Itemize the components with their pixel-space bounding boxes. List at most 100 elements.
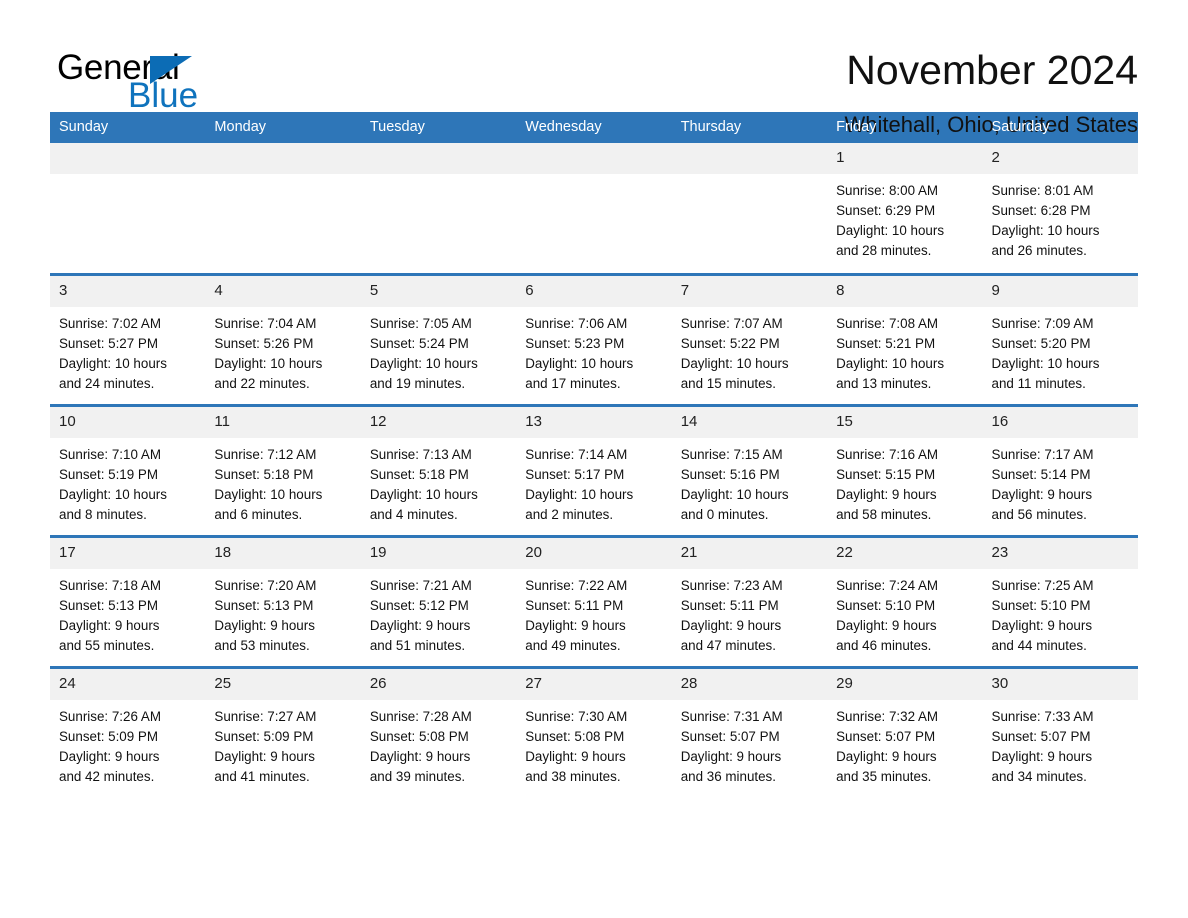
- sunset-time: Sunset: 5:16 PM: [680, 466, 780, 482]
- daylight-duration-line2: and 53 minutes.: [214, 637, 310, 653]
- calendar-day-cell[interactable]: 22 Sunrise: 7:24 AM Sunset: 5:10 PM Dayligh…: [827, 534, 983, 667]
- calendar-cell-empty: [516, 143, 672, 274]
- daylight-duration-line2: and 8 minutes.: [59, 506, 147, 522]
- calendar-day-cell[interactable]: 12 Sunrise: 7:13 AM Sunset: 5:18 PM Dayligh…: [360, 403, 517, 536]
- daylight-duration-line2: and 46 minutes.: [836, 637, 932, 653]
- sunset-time: Sunset: 5:12 PM: [369, 597, 469, 613]
- calendar-day-cell[interactable]: 10 Sunrise: 7:10 AM Sunset: 5:19 PM Dayligh…: [50, 403, 206, 536]
- daylight-duration-line2: and 13 minutes.: [836, 375, 932, 391]
- day-number: 14: [671, 406, 828, 438]
- daylight-duration-line1: Daylight: 10 hours: [991, 355, 1100, 371]
- daylight-duration-line1: Daylight: 9 hours: [991, 748, 1093, 764]
- daylight-duration-line2: and 26 minutes.: [991, 243, 1087, 258]
- day-number: [205, 143, 361, 174]
- daylight-duration-line1: Daylight: 9 hours: [59, 748, 160, 764]
- day-cell-inner: 25 Sunrise: 7:27 AM Sunset: 5:09 PM Dayligh…: [205, 668, 361, 799]
- calendar-week-row: 10 Sunrise: 7:10 AM Sunset: 5:19 PM Dayligh…: [50, 403, 1138, 536]
- daylight-duration-line2: and 42 minutes.: [59, 768, 155, 784]
- calendar-day-cell[interactable]: 30 Sunrise: 7:33 AM Sunset: 5:07 PM Dayligh…: [982, 665, 1138, 799]
- daylight-duration-line1: Daylight: 9 hours: [836, 617, 937, 633]
- general-blue-logo[interactable]: General Blue: [50, 44, 260, 114]
- daylight-duration-line1: Daylight: 9 hours: [525, 617, 626, 633]
- day-number: 4: [205, 275, 361, 307]
- calendar-day-cell[interactable]: 29 Sunrise: 7:32 AM Sunset: 5:07 PM Dayligh…: [827, 665, 983, 799]
- sunset-time: Sunset: 5:08 PM: [369, 728, 469, 744]
- day-cell-inner: 15 Sunrise: 7:16 AM Sunset: 5:15 PM Dayligh…: [827, 406, 983, 535]
- calendar-day-cell[interactable]: 26 Sunrise: 7:28 AM Sunset: 5:08 PM Dayligh…: [360, 665, 517, 798]
- day-details: Sunrise: 7:25 AM Sunset: 5:10 PM Daylight:…: [983, 569, 1138, 656]
- calendar-day-cell[interactable]: 8 Sunrise: 7:08 AM Sunset: 5:21 PM Daylight…: [827, 272, 983, 405]
- day-details: Sunrise: 7:09 AM Sunset: 5:20 PM Daylight:…: [983, 307, 1138, 394]
- calendar-day-cell[interactable]: 2 Sunrise: 8:01 AM Sunset: 6:28 PM Daylight…: [982, 143, 1138, 274]
- calendar-day-cell[interactable]: 15 Sunrise: 7:16 AM Sunset: 5:15 PM Dayligh…: [827, 403, 983, 536]
- calendar-day-cell[interactable]: 18 Sunrise: 7:20 AM Sunset: 5:13 PM Dayligh…: [205, 534, 361, 667]
- daylight-duration-line1: Daylight: 10 hours: [836, 223, 945, 238]
- day-cell-inner: 16 Sunrise: 7:17 AM Sunset: 5:14 PM Dayligh…: [982, 406, 1138, 535]
- calendar-day-cell[interactable]: 16 Sunrise: 7:17 AM Sunset: 5:14 PM Dayligh…: [982, 403, 1138, 536]
- day-details: Sunrise: 7:26 AM Sunset: 5:09 PM Daylight:…: [50, 700, 205, 787]
- calendar-day-cell[interactable]: 3 Sunrise: 7:02 AM Sunset: 5:27 PM Daylight…: [50, 272, 206, 405]
- calendar-day-cell[interactable]: 24 Sunrise: 7:26 AM Sunset: 5:09 PM Dayligh…: [50, 665, 206, 799]
- day-cell-inner: 29 Sunrise: 7:32 AM Sunset: 5:07 PM Dayligh…: [827, 668, 983, 799]
- sunrise-time: Sunrise: 8:00 AM: [836, 183, 939, 198]
- calendar-day-cell[interactable]: 13 Sunrise: 7:14 AM Sunset: 5:17 PM Dayligh…: [516, 403, 672, 536]
- calendar-day-cell[interactable]: 28 Sunrise: 7:31 AM Sunset: 5:07 PM Dayligh…: [671, 665, 828, 798]
- calendar-day-cell[interactable]: 11 Sunrise: 7:12 AM Sunset: 5:18 PM Dayligh…: [205, 403, 361, 536]
- sunrise-time: Sunrise: 7:20 AM: [214, 577, 317, 593]
- calendar-day-cell[interactable]: 23 Sunrise: 7:25 AM Sunset: 5:10 PM Dayligh…: [982, 534, 1138, 667]
- day-cell-inner: [360, 143, 517, 273]
- daylight-duration-line1: Daylight: 10 hours: [59, 486, 167, 502]
- calendar-day-cell[interactable]: 27 Sunrise: 7:30 AM Sunset: 5:08 PM Dayligh…: [516, 665, 672, 798]
- calendar-day-cell[interactable]: 6 Sunrise: 7:06 AM Sunset: 5:23 PM Daylight…: [516, 272, 672, 405]
- calendar-day-cell[interactable]: 17 Sunrise: 7:18 AM Sunset: 5:13 PM Dayligh…: [50, 534, 206, 667]
- day-cell-inner: 2 Sunrise: 8:01 AM Sunset: 6:28 PM Daylight…: [982, 143, 1138, 273]
- sunrise-time: Sunrise: 7:22 AM: [525, 577, 628, 593]
- sunset-time: Sunset: 5:11 PM: [680, 597, 779, 613]
- calendar-day-cell[interactable]: 9 Sunrise: 7:09 AM Sunset: 5:20 PM Daylight…: [982, 272, 1138, 405]
- daylight-duration-line2: and 28 minutes.: [836, 243, 932, 258]
- sunset-time: Sunset: 5:07 PM: [836, 728, 936, 744]
- calendar-day-cell[interactable]: 1 Sunrise: 8:00 AM Sunset: 6:29 PM Daylight…: [827, 143, 983, 274]
- daylight-duration-line2: and 34 minutes.: [991, 768, 1087, 784]
- daylight-duration-line2: and 49 minutes.: [525, 637, 621, 653]
- sunset-time: Sunset: 5:11 PM: [525, 597, 624, 613]
- calendar-day-cell[interactable]: 20 Sunrise: 7:22 AM Sunset: 5:11 PM Dayligh…: [516, 534, 672, 667]
- day-cell-inner: 30 Sunrise: 7:33 AM Sunset: 5:07 PM Dayligh…: [982, 668, 1138, 799]
- calendar-day-cell[interactable]: 21 Sunrise: 7:23 AM Sunset: 5:11 PM Dayligh…: [671, 534, 828, 667]
- sunset-time: Sunset: 5:09 PM: [214, 728, 314, 744]
- calendar-cell-empty: [205, 143, 361, 274]
- sunset-time: Sunset: 5:18 PM: [369, 466, 469, 482]
- day-details: Sunrise: 7:17 AM Sunset: 5:14 PM Daylight:…: [983, 438, 1138, 525]
- sunrise-time: Sunrise: 7:13 AM: [369, 446, 472, 462]
- calendar-day-cell[interactable]: 25 Sunrise: 7:27 AM Sunset: 5:09 PM Dayligh…: [205, 665, 361, 799]
- day-number: 11: [205, 406, 361, 438]
- day-cell-inner: 22 Sunrise: 7:24 AM Sunset: 5:10 PM Dayligh…: [827, 537, 983, 666]
- day-details: Sunrise: 7:24 AM Sunset: 5:10 PM Daylight:…: [827, 569, 982, 656]
- daylight-duration-line2: and 2 minutes.: [525, 506, 614, 522]
- calendar-day-cell[interactable]: 4 Sunrise: 7:04 AM Sunset: 5:26 PM Daylight…: [205, 272, 361, 405]
- day-cell-inner: 23 Sunrise: 7:25 AM Sunset: 5:10 PM Dayligh…: [982, 537, 1138, 666]
- daylight-duration-line2: and 15 minutes.: [680, 375, 776, 391]
- sunrise-time: Sunrise: 7:12 AM: [214, 446, 317, 462]
- daylight-duration-line2: and 41 minutes.: [214, 768, 310, 784]
- sunset-time: Sunset: 5:26 PM: [214, 335, 314, 351]
- calendar-day-cell[interactable]: 7 Sunrise: 7:07 AM Sunset: 5:22 PM Daylight…: [671, 272, 828, 405]
- sunset-time: Sunset: 5:10 PM: [836, 597, 936, 613]
- day-number: 28: [671, 668, 828, 700]
- daylight-duration-line2: and 17 minutes.: [525, 375, 621, 391]
- calendar-day-cell[interactable]: 14 Sunrise: 7:15 AM Sunset: 5:16 PM Dayligh…: [671, 403, 828, 536]
- daylight-duration-line1: Daylight: 10 hours: [680, 355, 789, 371]
- day-details: Sunrise: 7:32 AM Sunset: 5:07 PM Daylight:…: [827, 700, 982, 787]
- calendar-day-cell[interactable]: 19 Sunrise: 7:21 AM Sunset: 5:12 PM Dayligh…: [360, 534, 517, 667]
- day-number: 22: [827, 537, 983, 569]
- daylight-duration-line2: and 51 minutes.: [369, 637, 466, 653]
- day-cell-inner: 17 Sunrise: 7:18 AM Sunset: 5:13 PM Dayligh…: [50, 537, 206, 666]
- daylight-duration-line2: and 24 minutes.: [59, 375, 155, 391]
- sunrise-time: Sunrise: 7:02 AM: [59, 315, 161, 331]
- day-cell-inner: 14 Sunrise: 7:15 AM Sunset: 5:16 PM Dayligh…: [671, 406, 828, 535]
- calendar-day-cell[interactable]: 5 Sunrise: 7:05 AM Sunset: 5:24 PM Daylight…: [360, 272, 517, 405]
- calendar-week-row: 24 Sunrise: 7:26 AM Sunset: 5:09 PM Dayligh…: [50, 665, 1138, 799]
- sunset-time: Sunset: 5:15 PM: [836, 466, 936, 482]
- day-cell-inner: 24 Sunrise: 7:26 AM Sunset: 5:09 PM Dayligh…: [50, 668, 206, 799]
- sunrise-time: Sunrise: 7:18 AM: [59, 577, 161, 593]
